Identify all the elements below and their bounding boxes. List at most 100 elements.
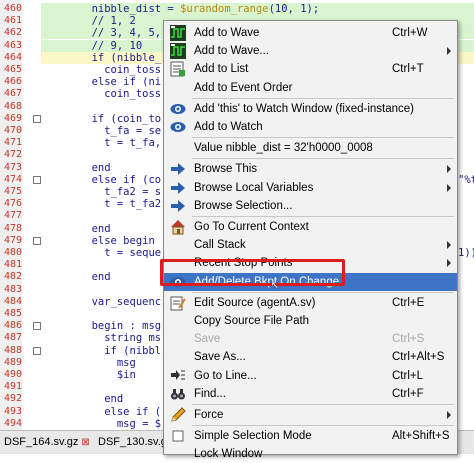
tab-dsf-164[interactable]: DSF_164.sv.gz ⊠ (0, 433, 94, 451)
fold-toggle-icon[interactable] (33, 236, 41, 245)
code-text: end (41, 393, 124, 406)
menu-item-add-to-wave[interactable]: Add to Wave Ctrl+W (164, 24, 457, 42)
edit-icon (170, 295, 186, 311)
line-number: 480 (3, 247, 22, 258)
code-text: t_fa2 = s (41, 186, 162, 198)
home-icon (170, 219, 186, 235)
menu-item-browse-selection[interactable]: Browse Selection... (164, 197, 457, 215)
code-text: else if (ni (41, 76, 162, 89)
line-number: 462 (3, 27, 22, 39)
fold-toggle-icon[interactable] (33, 175, 41, 184)
menu-item-lock-window[interactable]: Lock Window (164, 445, 457, 463)
tab-label: DSF_164.sv.gz (4, 436, 79, 448)
menu-item-label: Add to Wave... (194, 45, 269, 58)
menu-item-shortcut: Alt+Shift+S (392, 430, 450, 443)
line-number: 479 (3, 234, 22, 246)
menu-separator (192, 404, 454, 405)
fold-toggle-icon[interactable] (33, 346, 41, 355)
code-text: var_sequenc (41, 295, 162, 308)
menu-separator (192, 97, 454, 99)
line-number: 461 (3, 15, 22, 27)
code-text: coin_toss (41, 64, 162, 76)
arrow-right-icon (170, 180, 186, 196)
code-text: msg (41, 356, 136, 369)
highlight-annotation-box (160, 259, 345, 286)
line-number: 492 (3, 393, 22, 405)
line-number: 484 (3, 295, 22, 307)
line-number-gutter: 460 461 462 463 464 465 466 467 468 469 470 471 472 4… (0, 0, 23, 430)
line-number: 466 (3, 76, 22, 88)
code-text: msg = $ (41, 417, 162, 430)
menu-item-add-this-to-watch[interactable]: Add 'this' to Watch Window (fixed-instan… (164, 100, 457, 118)
menu-item-label: Save As... (194, 351, 246, 364)
menu-item-value[interactable]: Value nibble_dist = 32'h0000_0008 (164, 139, 457, 157)
submenu-arrow-icon (447, 183, 451, 192)
menu-item-force[interactable]: Force (164, 406, 457, 424)
menu-item-label: Add to Watch (194, 121, 263, 133)
menu-item-label: Save (194, 333, 221, 346)
line-number: 483 (3, 283, 22, 295)
menu-item-call-stack[interactable]: Call Stack (164, 236, 457, 254)
wave-icon (170, 43, 186, 60)
mouse-cursor-icon: ↖ (271, 277, 279, 292)
menu-item-label: Add to Wave (194, 27, 260, 39)
code-text: // 3, 4, 5, (41, 27, 162, 40)
menu-item-save-as[interactable]: Save As... Ctrl+Alt+S (164, 348, 457, 366)
menu-item-go-to-current-context[interactable]: Go To Current Context (164, 218, 457, 236)
line-number: 473 (3, 161, 22, 173)
submenu-arrow-icon (447, 165, 451, 174)
submenu-arrow-icon (447, 259, 451, 268)
checkbox-icon (170, 428, 186, 444)
line-number: 491 (3, 381, 22, 393)
menu-item-label: Value nibble_dist = 32'h0000_0008 (194, 142, 373, 155)
submenu-arrow-icon (447, 411, 451, 419)
menu-separator (192, 216, 454, 217)
menu-item-shortcut: Ctrl+F (392, 387, 424, 400)
code-text: end (41, 271, 111, 284)
menu-item-add-to-list[interactable]: Add to List Ctrl+T (164, 60, 457, 78)
menu-item-browse-local-variables[interactable]: Browse Local Variables (164, 179, 457, 197)
code-text: coin_toss (41, 88, 162, 101)
line-number: 465 (3, 64, 22, 75)
arrow-right-icon (170, 161, 186, 177)
arrow-right-icon (170, 198, 186, 214)
binoculars-icon (170, 386, 186, 402)
code-text: else begin (41, 234, 155, 247)
fold-column: ➡ (22, 0, 51, 430)
menu-item-go-to-line[interactable]: Go to Line... Ctrl+L (164, 367, 457, 385)
close-icon[interactable]: ⊠ (81, 437, 89, 448)
code-line[interactable]: nibble_dist = $urandom_range(10, 1); (41, 3, 474, 15)
submenu-arrow-icon (447, 241, 451, 250)
line-number: 475 (3, 186, 22, 197)
menu-separator (192, 291, 454, 293)
line-number: 471 (3, 137, 22, 149)
line-number: 474 (3, 173, 22, 185)
fold-toggle-icon[interactable] (33, 114, 41, 123)
goto-line-icon (170, 368, 186, 384)
code-text: else if ( (41, 405, 162, 418)
menu-item-shortcut: Ctrl+E (392, 296, 425, 309)
menu-item-label: Add to List (194, 63, 249, 76)
line-number: 486 (3, 320, 22, 332)
menu-item-browse-this[interactable]: Browse This (164, 160, 457, 178)
menu-item-label: Force (194, 409, 224, 421)
menu-item-edit-source[interactable]: Edit Source (agentA.sv) Ctrl+E (164, 294, 457, 312)
fold-toggle-icon[interactable] (33, 322, 41, 331)
code-text: t = t_fa, (41, 137, 162, 150)
menu-item-simple-selection-mode[interactable]: Simple Selection Mode Alt+Shift+S (164, 427, 457, 445)
line-number: 469 (3, 112, 22, 124)
menu-item-copy-source-file-path[interactable]: Copy Source File Path (164, 312, 457, 330)
menu-item-add-to-wave-sub[interactable]: Add to Wave... (164, 42, 457, 60)
context-menu: Add to Wave Ctrl+W Add to Wave... Add to Li… (163, 20, 458, 460)
menu-item-label: Add to Event Order (194, 81, 293, 94)
menu-item-find[interactable]: Find... Ctrl+F (164, 385, 457, 403)
menu-item-label: Edit Source (agentA.sv) (194, 296, 316, 309)
menu-item-add-to-watch[interactable]: Add to Watch (164, 118, 457, 136)
menu-item-label: Go to Line... (194, 369, 257, 382)
code-text: // 9, 10 (41, 39, 143, 52)
menu-item-shortcut: Ctrl+S (392, 333, 425, 346)
code-text-fragment: "%t* (458, 173, 474, 186)
menu-item-shortcut: Ctrl+L (392, 369, 423, 382)
menu-item-add-to-event-order[interactable]: Add to Event Order (164, 79, 457, 97)
code-text: string ms (41, 332, 162, 345)
